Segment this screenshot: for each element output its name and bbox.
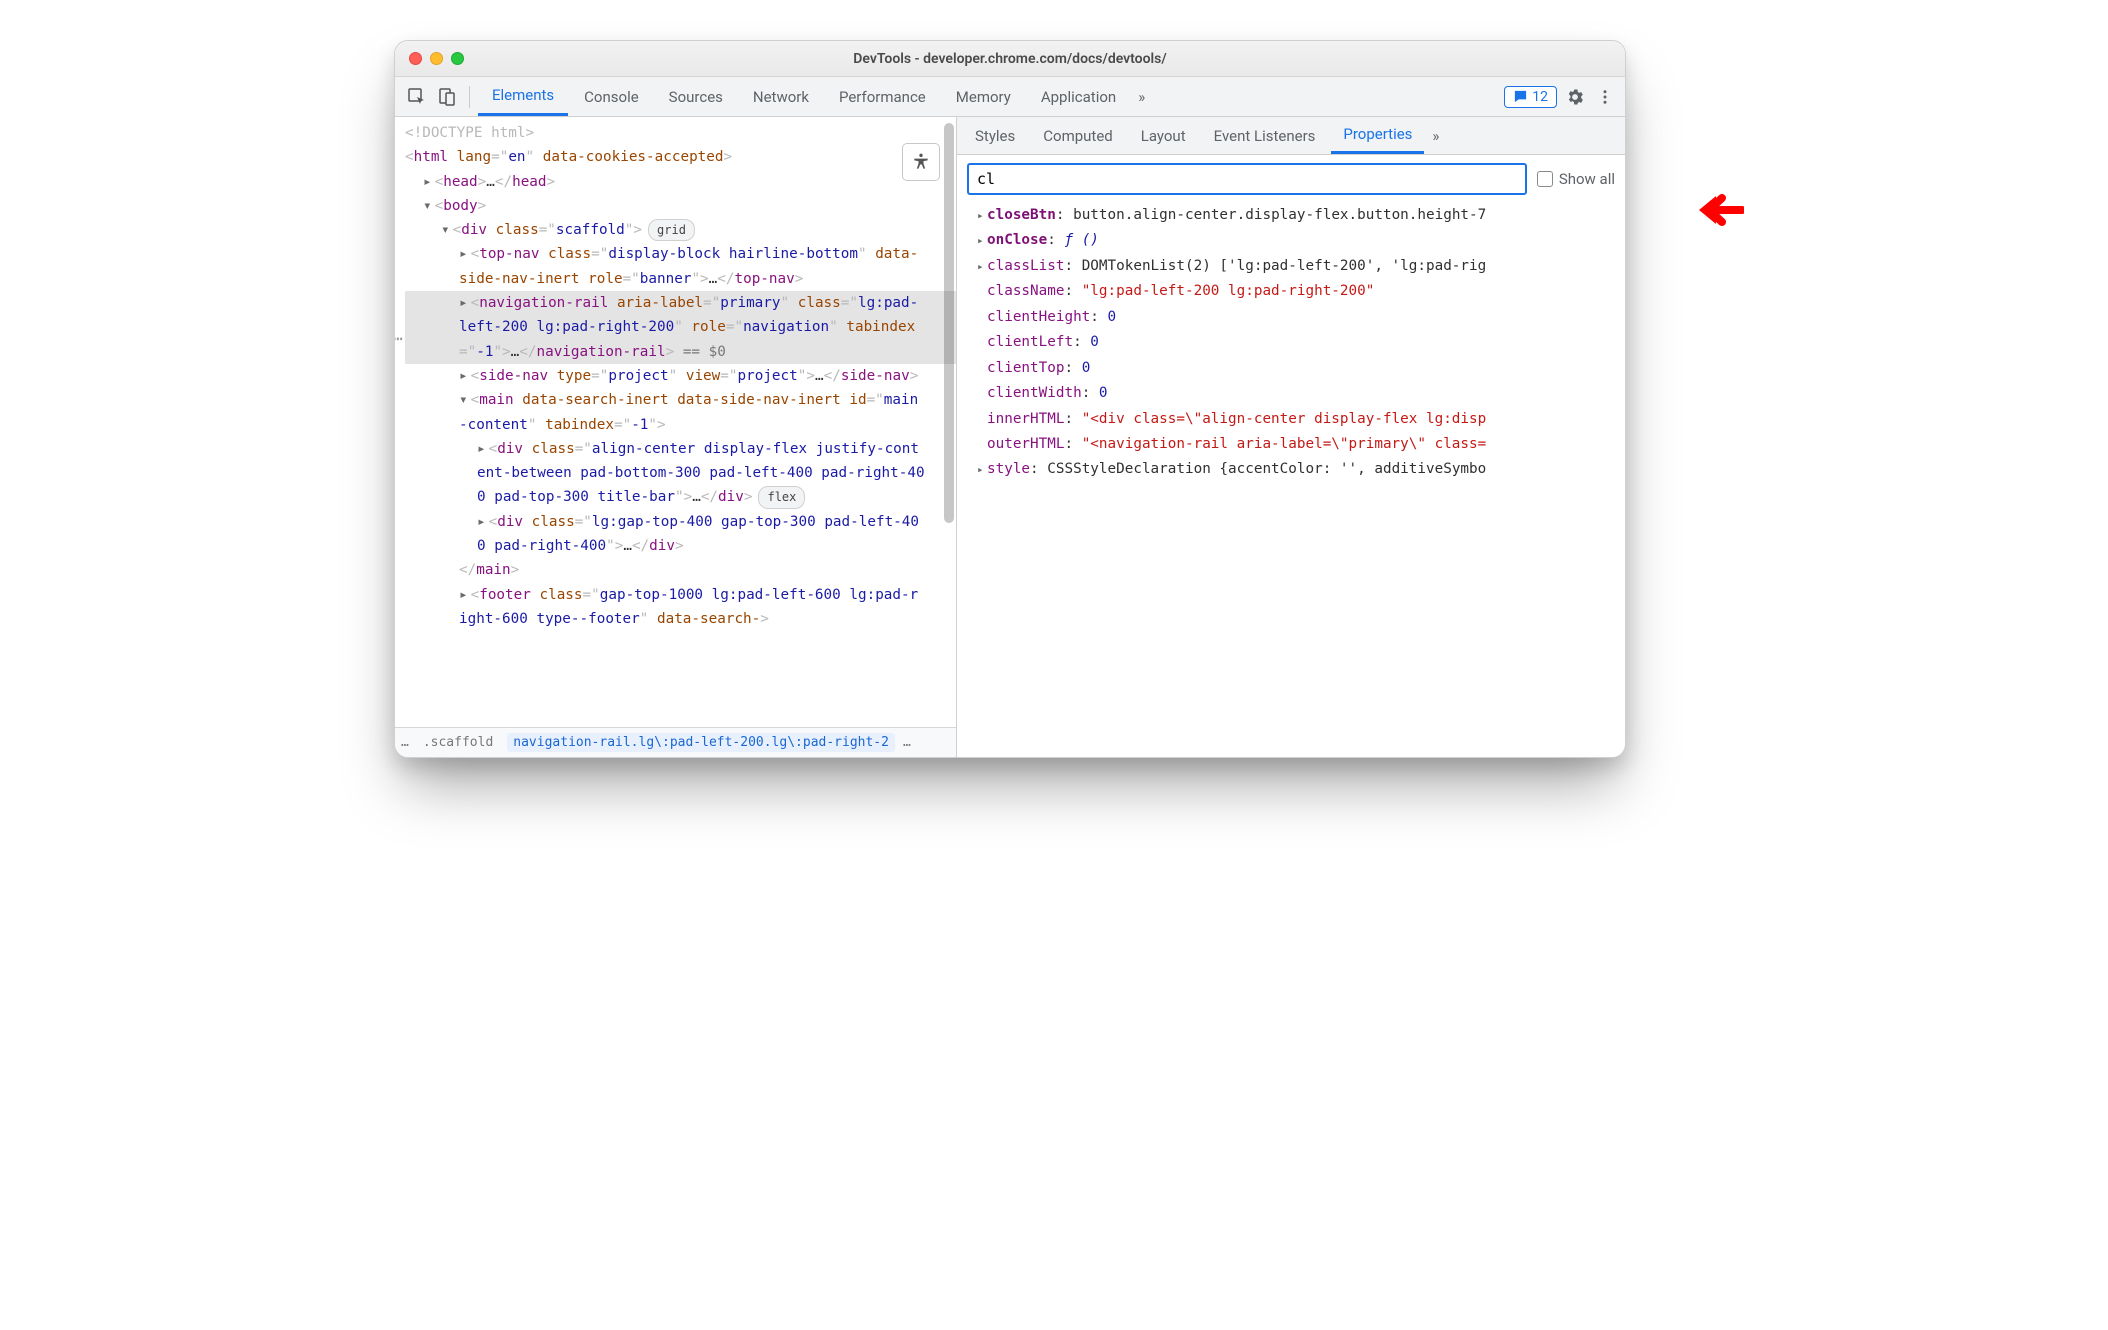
checkbox-icon [1537,171,1553,187]
breadcrumb-trailing: … [903,735,911,750]
tab-label: Elements [492,86,554,104]
property-row[interactable]: ▸classList: DOMTokenList(2) ['lg:pad-lef… [963,254,1625,279]
tab-label: Computed [1043,127,1113,145]
tab-label: Sources [669,88,723,106]
tab-label: Memory [956,88,1011,106]
dom-line[interactable]: ▸<footer class="gap-top-1000 lg:pad-left… [405,583,956,632]
main-tabstrip: Elements Console Sources Network Perform… [395,77,1625,117]
device-toolbar-icon[interactable] [433,83,461,111]
tab-label: Styles [975,127,1015,145]
property-row[interactable]: ▸closeBtn: button.align-center.display-f… [963,203,1625,228]
inspect-element-icon[interactable] [403,83,431,111]
more-menu-icon[interactable] [1593,85,1617,109]
tab-label: Properties [1343,125,1412,143]
annotation-arrow-icon [1694,190,1744,234]
tab-performance[interactable]: Performance [825,77,940,116]
tab-computed[interactable]: Computed [1031,117,1125,154]
show-all-label: Show all [1559,170,1615,188]
breadcrumb: … .scaffold navigation-rail.lg\:pad-left… [395,727,956,757]
tab-network[interactable]: Network [739,77,823,116]
elements-pane: ⋯ <!DOCTYPE html><html lang="en" data-co… [395,117,957,757]
dom-line[interactable]: ▾<div class="scaffold">grid [405,218,956,242]
tabs-overflow-button[interactable]: » [1132,77,1151,116]
sidebar-tabstrip: Styles Computed Layout Event Listeners P… [957,117,1625,155]
tab-event-listeners[interactable]: Event Listeners [1202,117,1328,154]
devtools-window: DevTools - developer.chrome.com/docs/dev… [394,40,1626,758]
issues-count: 12 [1532,89,1548,105]
chevron-double-right-icon: » [1432,127,1439,145]
properties-list[interactable]: ▸closeBtn: button.align-center.display-f… [957,203,1625,757]
window-titlebar: DevTools - developer.chrome.com/docs/dev… [395,41,1625,77]
tab-label: Application [1041,88,1116,106]
sidebar-tabs-overflow[interactable]: » [1428,117,1443,154]
tab-application[interactable]: Application [1027,77,1130,116]
dom-line[interactable]: ▸<div class="align-center display-flex j… [405,437,956,510]
tab-console[interactable]: Console [570,77,653,116]
dom-line[interactable]: ▸<side-nav type="project" view="project"… [405,364,956,388]
tab-label: Network [753,88,809,106]
tab-label: Performance [839,88,926,106]
properties-filter-bar: Show all [957,155,1625,203]
dom-line[interactable]: ▾<body> [405,194,956,218]
sidebar-pane: Styles Computed Layout Event Listeners P… [957,117,1625,757]
tab-label: Event Listeners [1214,127,1316,145]
chevron-double-right-icon: » [1138,88,1145,106]
property-row[interactable]: ▸onClose: ƒ () [963,228,1625,253]
property-row[interactable]: clientWidth: 0 [963,381,1625,406]
property-row[interactable]: className: "lg:pad-left-200 lg:pad-right… [963,279,1625,304]
tab-memory[interactable]: Memory [942,77,1025,116]
tab-styles[interactable]: Styles [963,117,1027,154]
property-row[interactable]: innerHTML: "<div class=\"align-center di… [963,407,1625,432]
breadcrumb-item[interactable]: .scaffold [417,733,499,752]
breadcrumb-leading: … [401,735,409,750]
tab-label: Console [584,88,639,106]
separator [469,86,470,108]
property-row[interactable]: clientLeft: 0 [963,330,1625,355]
dom-line[interactable]: ▸<navigation-rail aria-label="primary" c… [405,291,956,364]
show-all-checkbox[interactable]: Show all [1537,170,1615,188]
property-row[interactable]: outerHTML: "<navigation-rail aria-label=… [963,432,1625,457]
message-icon [1513,89,1528,104]
tab-layout[interactable]: Layout [1129,117,1198,154]
accessibility-icon [911,152,931,172]
toolbar-right-cluster: 12 [1504,85,1617,109]
breadcrumb-item-active[interactable]: navigation-rail.lg\:pad-left-200.lg\:pad… [507,733,895,752]
tab-properties[interactable]: Properties [1331,117,1424,154]
property-row[interactable]: ▸style: CSSStyleDeclaration {accentColor… [963,457,1625,482]
properties-filter-input[interactable] [967,163,1527,195]
tab-label: Layout [1141,127,1186,145]
property-row[interactable]: clientHeight: 0 [963,305,1625,330]
split-panes: ⋯ <!DOCTYPE html><html lang="en" data-co… [395,117,1625,757]
dom-line[interactable]: <!DOCTYPE html> [405,121,956,145]
dom-line[interactable]: ▾<main data-search-inert data-side-nav-i… [405,388,956,437]
dom-tree[interactable]: ⋯ <!DOCTYPE html><html lang="en" data-co… [395,117,956,727]
tab-elements[interactable]: Elements [478,77,568,116]
dom-line[interactable]: ▸<head>…</head> [405,170,956,194]
dom-line[interactable]: ▸<div class="lg:gap-top-400 gap-top-300 … [405,510,956,559]
dom-line[interactable]: <html lang="en" data-cookies-accepted> [405,145,956,169]
tab-sources[interactable]: Sources [655,77,737,116]
issues-badge[interactable]: 12 [1504,86,1557,108]
property-row[interactable]: clientTop: 0 [963,356,1625,381]
window-title: DevTools - developer.chrome.com/docs/dev… [395,51,1625,67]
accessibility-button[interactable] [902,143,940,181]
scrollbar-thumb[interactable] [944,123,954,523]
dom-line[interactable]: </main> [405,558,956,582]
settings-gear-icon[interactable] [1563,85,1587,109]
gutter-ellipsis-icon: ⋯ [395,325,402,352]
dom-line[interactable]: ▸<top-nav class="display-block hairline-… [405,242,956,291]
